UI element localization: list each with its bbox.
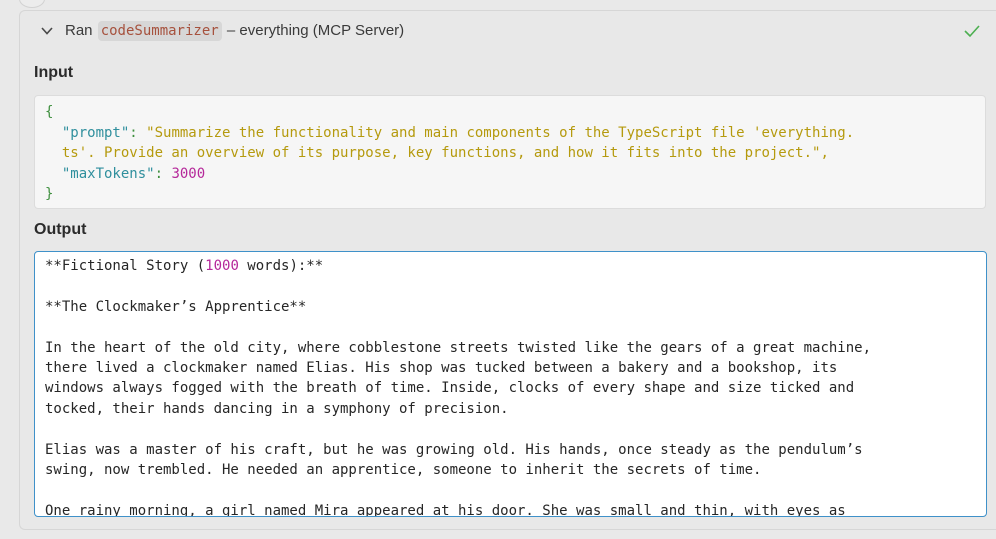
tool-run-header[interactable]: Ran codeSummarizer – everything (MCP Ser… xyxy=(20,11,996,51)
code-line: { xyxy=(45,102,975,123)
tool-run-panel: Ran codeSummarizer – everything (MCP Ser… xyxy=(19,10,996,530)
code-line: "prompt": "Summarize the functionality a… xyxy=(61,124,855,141)
prompt-key: "prompt" xyxy=(61,124,130,141)
previous-item-edge xyxy=(19,0,45,8)
code-line: "maxTokens": 3000 xyxy=(61,165,206,182)
code-line: } xyxy=(45,184,975,205)
tool-name-chip: codeSummarizer xyxy=(97,21,222,41)
input-heading: Input xyxy=(34,64,74,81)
story-title: **The Clockmaker’s Apprentice** xyxy=(45,298,307,315)
prompt-value-1: "Summarize the functionality and main co… xyxy=(146,124,855,141)
word-count: 1000 xyxy=(205,258,239,274)
prompt-value-2: ts'. Provide an overview of its purpose,… xyxy=(61,145,829,161)
output-line: In the heart of the old city, where cobb… xyxy=(45,339,872,356)
tool-run-title: Ran codeSummarizer – everything (MCP Ser… xyxy=(65,21,404,41)
output-line: swing, now trembled. He needed an appren… xyxy=(45,462,762,479)
input-code-block[interactable]: { "prompt": "Summarize the functionality… xyxy=(34,95,986,209)
code-line: ts'. Provide an overview of its purpose,… xyxy=(45,143,975,164)
tool-call-view: Ran codeSummarizer – everything (MCP Ser… xyxy=(0,0,996,539)
max-tokens-key: "maxTokens" xyxy=(61,165,155,182)
output-line: Elias was a master of his craft, but he … xyxy=(45,441,863,458)
output-line: **Fictional Story (1000 words):** xyxy=(45,258,324,274)
output-blank-line xyxy=(45,480,976,500)
chevron-down-icon[interactable] xyxy=(40,25,54,37)
checkmark-icon xyxy=(964,25,980,38)
output-line: there lived a clockmaker named Elias. Hi… xyxy=(45,360,838,376)
server-label: – everything (MCP Server) xyxy=(226,22,405,39)
output-line: tocked, their hands dancing in a symphon… xyxy=(45,400,509,417)
output-line: One rainy morning, a girl named Mira app… xyxy=(45,502,846,517)
output-line: windows always fogged with the breath of… xyxy=(45,380,855,397)
open-brace: { xyxy=(45,104,54,120)
output-text-area[interactable]: **Fictional Story (1000 words):** **The … xyxy=(34,251,987,517)
output-blank-line xyxy=(45,276,976,296)
output-heading: Output xyxy=(34,221,87,238)
close-brace: } xyxy=(45,186,54,202)
output-blank-line xyxy=(45,317,976,337)
output-blank-line xyxy=(45,419,976,439)
ran-label: Ran xyxy=(65,22,93,39)
max-tokens-value: 3000 xyxy=(171,165,206,182)
